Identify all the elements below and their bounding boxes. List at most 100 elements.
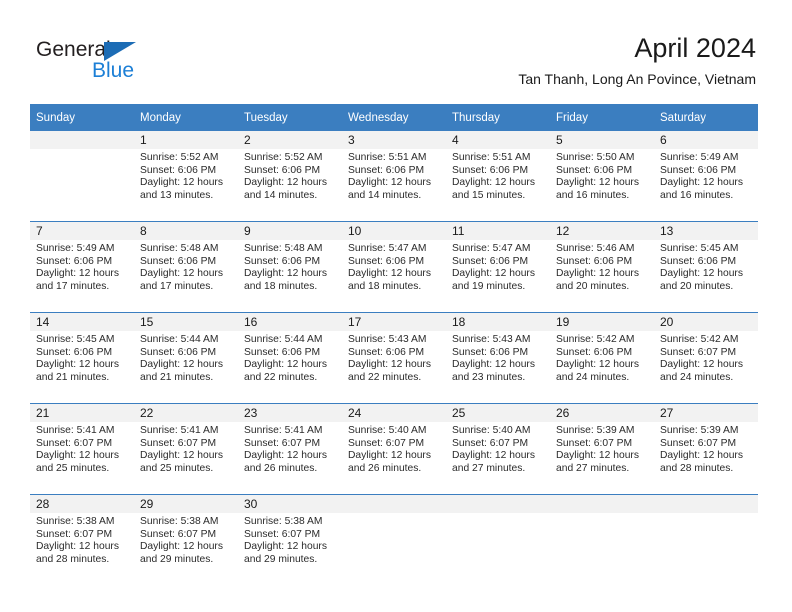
calendar-day-cell[interactable]: 19 Sunrise: 5:42 AM Sunset: 6:06 PM Dayligh… — [550, 312, 654, 404]
day-number: 9 — [238, 222, 342, 240]
daylight-text: Daylight: 12 hours — [36, 359, 119, 371]
calendar-day-cell[interactable]: 4 Sunrise: 5:51 AM Sunset: 6:06 PM Daylight… — [446, 131, 550, 222]
day-number: 5 — [550, 131, 654, 149]
sunset-text: Sunset: 6:06 PM — [348, 255, 425, 267]
sunrise-text: Sunrise: 5:52 AM — [140, 152, 219, 163]
daylight-text: Daylight: 12 hours — [36, 541, 119, 553]
sunrise-text: Sunrise: 5:46 AM — [556, 243, 635, 254]
daylight-text: Daylight: 12 hours — [452, 359, 535, 371]
calendar-day-cell[interactable]: 28 Sunrise: 5:38 AM Sunset: 6:07 PM Dayligh… — [30, 494, 134, 585]
calendar-day-cell[interactable]: 18 Sunrise: 5:43 AM Sunset: 6:06 PM Dayligh… — [446, 312, 550, 404]
title-block: April 2024 Tan Thanh, Long An Povince, V… — [518, 32, 756, 88]
daylight-text: Daylight: 12 hours — [36, 450, 119, 462]
day-cell-inner: 22 Sunrise: 5:41 AM Sunset: 6:07 PM Dayligh… — [134, 404, 238, 494]
day-details: Sunrise: 5:52 AM Sunset: 6:06 PM Daylight:… — [134, 149, 238, 202]
day-details: Sunrise: 5:41 AM Sunset: 6:07 PM Daylight:… — [238, 422, 342, 475]
calendar-day-cell[interactable]: 9 Sunrise: 5:48 AM Sunset: 6:06 PM Daylight… — [238, 221, 342, 313]
day-cell-inner: 10 Sunrise: 5:47 AM Sunset: 6:06 PM Dayligh… — [342, 222, 446, 312]
calendar-day-cell[interactable]: 3 Sunrise: 5:51 AM Sunset: 6:06 PM Daylight… — [342, 131, 446, 222]
page-title: April 2024 — [634, 33, 756, 63]
calendar-day-cell[interactable]: 14 Sunrise: 5:45 AM Sunset: 6:06 PM Dayligh… — [30, 312, 134, 404]
calendar-day-cell[interactable]: 13 Sunrise: 5:45 AM Sunset: 6:06 PM Dayligh… — [654, 221, 758, 313]
calendar-day-cell[interactable]: 7 Sunrise: 5:49 AM Sunset: 6:06 PM Daylight… — [30, 221, 134, 313]
sunset-text: Sunset: 6:06 PM — [348, 346, 425, 358]
day-details — [30, 149, 134, 152]
day-details: Sunrise: 5:48 AM Sunset: 6:06 PM Daylight:… — [238, 240, 342, 293]
calendar-day-cell[interactable]: 2 Sunrise: 5:52 AM Sunset: 6:06 PM Daylight… — [238, 131, 342, 222]
daylight-text: Daylight: 12 hours — [660, 450, 743, 462]
daylight-text: Daylight: 12 hours — [452, 268, 535, 280]
calendar-day-cell[interactable]: 25 Sunrise: 5:40 AM Sunset: 6:07 PM Dayligh… — [446, 403, 550, 495]
sunrise-text: Sunrise: 5:44 AM — [244, 334, 323, 345]
daylight-text: Daylight: 12 hours — [556, 268, 639, 280]
day-details: Sunrise: 5:44 AM Sunset: 6:06 PM Daylight:… — [134, 331, 238, 384]
sunset-text: Sunset: 6:07 PM — [244, 528, 321, 540]
daylight-text-cont: and 25 minutes. — [140, 462, 214, 474]
calendar-day-cell[interactable]: 26 Sunrise: 5:39 AM Sunset: 6:07 PM Dayligh… — [550, 403, 654, 495]
weekday-header-monday: Monday — [134, 104, 238, 131]
calendar-week-row: 1 Sunrise: 5:52 AM Sunset: 6:06 PM Daylight… — [30, 131, 758, 222]
daylight-text-cont: and 28 minutes. — [660, 462, 734, 474]
daylight-text-cont: and 14 minutes. — [244, 189, 318, 201]
page-subtitle: Tan Thanh, Long An Povince, Vietnam — [518, 71, 756, 87]
daylight-text-cont: and 24 minutes. — [660, 371, 734, 383]
daylight-text-cont: and 22 minutes. — [244, 371, 318, 383]
day-number: 26 — [550, 404, 654, 422]
calendar-page: General Blue April 2024 Tan Thanh, Long … — [0, 0, 792, 612]
day-number: 4 — [446, 131, 550, 149]
calendar-day-cell[interactable]: 1 Sunrise: 5:52 AM Sunset: 6:06 PM Daylight… — [134, 131, 238, 222]
calendar-day-cell[interactable]: 10 Sunrise: 5:47 AM Sunset: 6:06 PM Dayligh… — [342, 221, 446, 313]
day-number: 6 — [654, 131, 758, 149]
calendar-day-cell[interactable]: 22 Sunrise: 5:41 AM Sunset: 6:07 PM Dayligh… — [134, 403, 238, 495]
calendar-week-row: 21 Sunrise: 5:41 AM Sunset: 6:07 PM Dayligh… — [30, 403, 758, 495]
day-number — [550, 495, 654, 513]
calendar-day-cell[interactable]: 20 Sunrise: 5:42 AM Sunset: 6:07 PM Dayligh… — [654, 312, 758, 404]
day-number: 10 — [342, 222, 446, 240]
page-header: General Blue April 2024 Tan Thanh, Long … — [0, 0, 792, 100]
calendar-day-cell[interactable]: 8 Sunrise: 5:48 AM Sunset: 6:06 PM Daylight… — [134, 221, 238, 313]
daylight-text-cont: and 21 minutes. — [140, 371, 214, 383]
sunset-text: Sunset: 6:06 PM — [348, 164, 425, 176]
calendar-day-cell[interactable]: 6 Sunrise: 5:49 AM Sunset: 6:06 PM Daylight… — [654, 131, 758, 222]
weekday-header-tuesday: Tuesday — [238, 104, 342, 131]
calendar-day-cell[interactable]: 29 Sunrise: 5:38 AM Sunset: 6:07 PM Dayligh… — [134, 494, 238, 585]
calendar-day-cell[interactable]: 27 Sunrise: 5:39 AM Sunset: 6:07 PM Dayligh… — [654, 403, 758, 495]
day-cell-inner: 18 Sunrise: 5:43 AM Sunset: 6:06 PM Dayligh… — [446, 313, 550, 403]
calendar-day-cell[interactable]: 11 Sunrise: 5:47 AM Sunset: 6:06 PM Dayligh… — [446, 221, 550, 313]
calendar-day-cell[interactable]: 12 Sunrise: 5:46 AM Sunset: 6:06 PM Dayligh… — [550, 221, 654, 313]
daylight-text-cont: and 25 minutes. — [36, 462, 110, 474]
day-number: 21 — [30, 404, 134, 422]
daylight-text: Daylight: 12 hours — [244, 541, 327, 553]
calendar-day-cell[interactable]: 23 Sunrise: 5:41 AM Sunset: 6:07 PM Dayligh… — [238, 403, 342, 495]
daylight-text-cont: and 26 minutes. — [348, 462, 422, 474]
calendar-day-cell[interactable]: 17 Sunrise: 5:43 AM Sunset: 6:06 PM Dayligh… — [342, 312, 446, 404]
calendar-day-cell[interactable]: 30 Sunrise: 5:38 AM Sunset: 6:07 PM Dayligh… — [238, 494, 342, 585]
calendar-day-cell[interactable]: 24 Sunrise: 5:40 AM Sunset: 6:07 PM Dayligh… — [342, 403, 446, 495]
day-number: 18 — [446, 313, 550, 331]
calendar-day-cell[interactable]: 16 Sunrise: 5:44 AM Sunset: 6:06 PM Dayligh… — [238, 312, 342, 404]
calendar-day-cell[interactable]: 15 Sunrise: 5:44 AM Sunset: 6:06 PM Dayligh… — [134, 312, 238, 404]
day-number: 17 — [342, 313, 446, 331]
sunrise-text: Sunrise: 5:41 AM — [36, 425, 115, 436]
sunset-text: Sunset: 6:06 PM — [36, 346, 113, 358]
day-cell-inner — [446, 495, 550, 585]
day-details: Sunrise: 5:43 AM Sunset: 6:06 PM Daylight:… — [342, 331, 446, 384]
sunrise-text: Sunrise: 5:41 AM — [244, 425, 323, 436]
sunset-text: Sunset: 6:06 PM — [140, 346, 217, 358]
daylight-text-cont: and 14 minutes. — [348, 189, 422, 201]
calendar-week-row: 28 Sunrise: 5:38 AM Sunset: 6:07 PM Dayligh… — [30, 494, 758, 585]
day-number: 7 — [30, 222, 134, 240]
calendar-day-cell[interactable]: 21 Sunrise: 5:41 AM Sunset: 6:07 PM Dayligh… — [30, 403, 134, 495]
daylight-text-cont: and 19 minutes. — [452, 280, 526, 292]
day-cell-inner — [342, 495, 446, 585]
daylight-text-cont: and 21 minutes. — [36, 371, 110, 383]
day-details: Sunrise: 5:52 AM Sunset: 6:06 PM Daylight:… — [238, 149, 342, 202]
sunrise-text: Sunrise: 5:49 AM — [660, 152, 739, 163]
day-cell-inner: 29 Sunrise: 5:38 AM Sunset: 6:07 PM Dayligh… — [134, 495, 238, 585]
calendar-day-cell[interactable]: 5 Sunrise: 5:50 AM Sunset: 6:06 PM Daylight… — [550, 131, 654, 222]
day-cell-inner: 6 Sunrise: 5:49 AM Sunset: 6:06 PM Daylight… — [654, 131, 758, 221]
day-details: Sunrise: 5:38 AM Sunset: 6:07 PM Daylight:… — [134, 513, 238, 566]
sunset-text: Sunset: 6:07 PM — [36, 437, 113, 449]
calendar-empty-cell — [446, 494, 550, 585]
day-details: Sunrise: 5:41 AM Sunset: 6:07 PM Daylight:… — [134, 422, 238, 475]
